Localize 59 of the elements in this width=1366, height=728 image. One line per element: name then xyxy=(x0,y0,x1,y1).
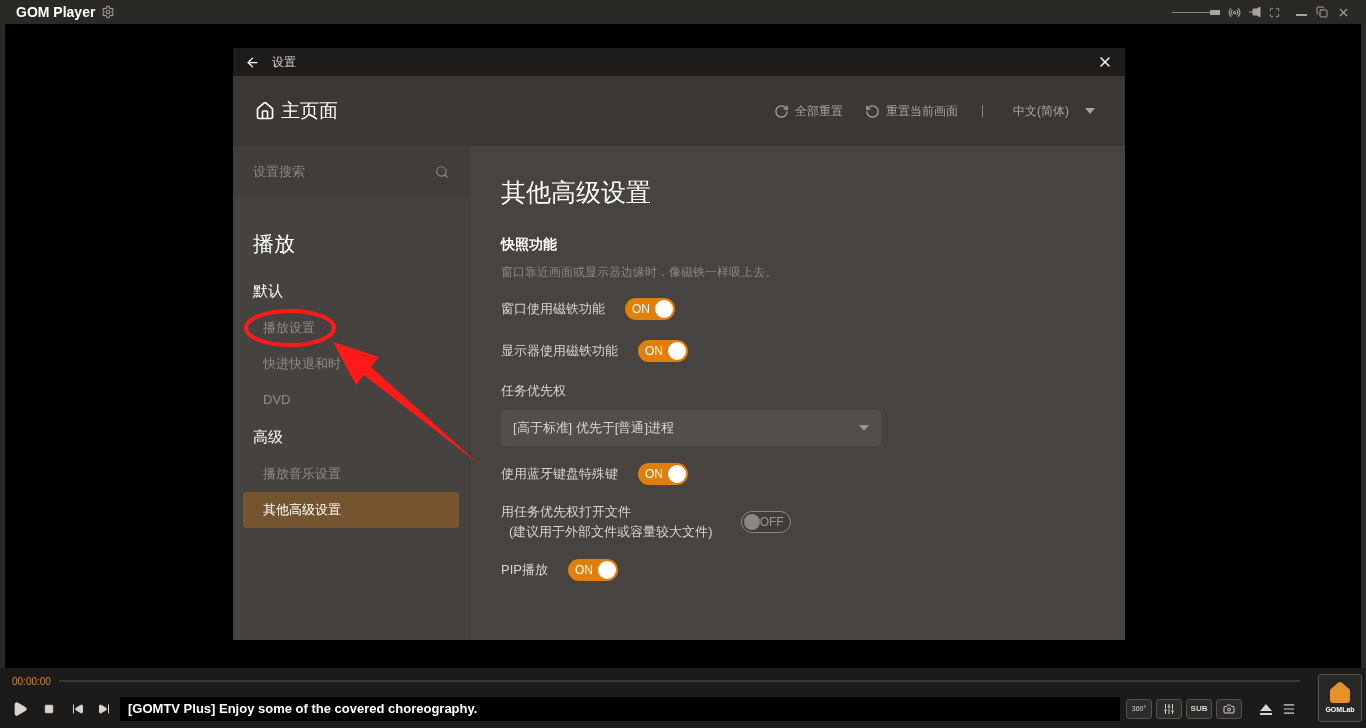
page-title: 其他高级设置 xyxy=(501,177,652,208)
dialog-title: 设置 xyxy=(272,54,296,71)
setting-label: 用任务优先权打开文件 xyxy=(501,503,632,521)
sidebar-group: 默认 xyxy=(253,271,469,310)
setting-note: (建议用于外部文件或容量较大文件) xyxy=(508,523,713,541)
reset-button[interactable]: 全部重置 xyxy=(774,102,843,120)
volume-slider[interactable] xyxy=(1172,9,1220,15)
back-icon[interactable] xyxy=(245,54,260,70)
equalizer-button[interactable] xyxy=(1156,699,1182,719)
pin-icon xyxy=(1249,7,1261,17)
setting-label: 窗口使用磁铁功能 xyxy=(501,299,605,318)
setting-label: 使用蓝牙键盘特殊键 xyxy=(501,465,618,483)
sidebar-group: 高级 xyxy=(253,417,469,456)
broadcast-icon xyxy=(1228,5,1241,19)
toggle-switch[interactable]: OFF xyxy=(740,511,791,533)
restore-icon xyxy=(1316,6,1328,18)
sidebar-item[interactable]: DVD xyxy=(243,381,459,418)
caret-icon xyxy=(1085,108,1095,114)
marquee-text: [GOMTV Plus] Enjoy some of the covered choreography. xyxy=(128,700,478,719)
subtitle-button[interactable]: SUB xyxy=(1186,699,1212,719)
setting-label: 显示器使用磁铁功能 xyxy=(501,341,618,360)
sidebar-heading: 播放 xyxy=(253,231,296,257)
setting-label: PIP播放 xyxy=(501,561,548,579)
equalizer-icon xyxy=(1163,703,1175,715)
eject-icon[interactable] xyxy=(1260,703,1272,715)
menu-icon[interactable] xyxy=(1282,702,1296,716)
sidebar-item[interactable]: 播放设置 xyxy=(243,309,459,346)
home-title: 主页面 xyxy=(281,98,338,123)
next-icon[interactable] xyxy=(98,703,110,715)
setting-label: 任务优先权 xyxy=(501,381,567,400)
screenshot-button[interactable] xyxy=(1216,699,1242,719)
toggle-switch[interactable]: ON xyxy=(567,559,618,581)
language-dropdown[interactable]: 中文(简体) xyxy=(1013,102,1095,120)
home-icon xyxy=(255,101,275,121)
toggle-switch[interactable]: ON xyxy=(638,339,688,362)
settings-icon xyxy=(101,5,116,19)
toggle-switch[interactable]: ON xyxy=(625,297,675,320)
toggle-switch[interactable]: ON xyxy=(638,463,688,485)
search-box[interactable]: 设置搜索 xyxy=(233,146,469,198)
app-title: GOM Player xyxy=(16,2,96,22)
stop-icon[interactable] xyxy=(44,704,54,714)
home-icon xyxy=(1328,680,1352,705)
sidebar-item[interactable]: 快进快退和时 xyxy=(243,345,459,382)
sidebar-item[interactable]: 其他高级设置 xyxy=(243,491,459,528)
camera-icon xyxy=(1223,703,1235,715)
search-icon xyxy=(435,165,449,179)
play-icon[interactable] xyxy=(12,701,28,717)
search-field[interactable]: 设置搜索 xyxy=(253,162,435,182)
section-title: 快照功能 xyxy=(501,234,558,254)
refresh-icon xyxy=(865,103,880,119)
priority-dropdown[interactable]: [高于标准] 优先于[普通]进程 xyxy=(501,410,881,446)
caret-icon xyxy=(859,425,869,431)
minimize-icon xyxy=(1296,14,1307,16)
refresh-icon xyxy=(774,103,789,119)
time-display: 00:00:00 xyxy=(12,674,51,689)
reset-button[interactable]: 重置当前画面 xyxy=(865,102,958,120)
sidebar-item[interactable]: 播放音乐设置 xyxy=(243,455,459,492)
previous-icon[interactable] xyxy=(72,703,84,715)
fullscreen-icon xyxy=(1269,6,1280,18)
